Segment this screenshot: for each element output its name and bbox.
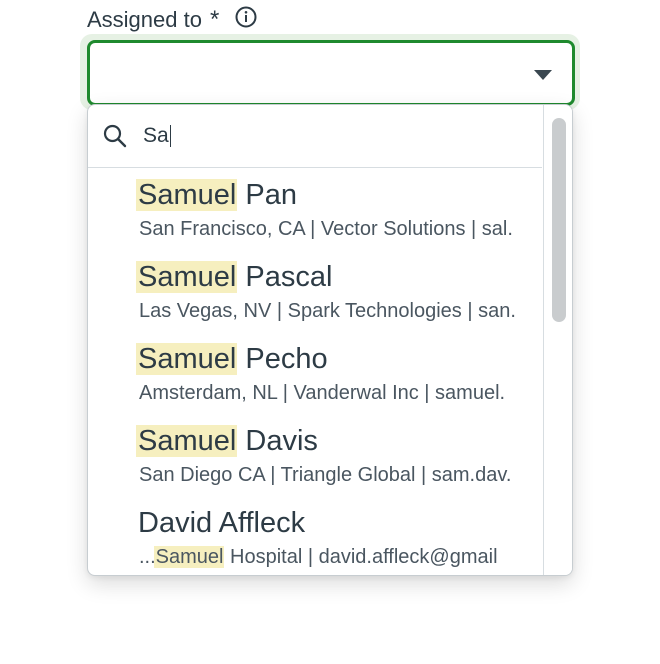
- option-detail-text: Amsterdam, NL | Vanderwal Inc | samuel.: [139, 382, 506, 404]
- assigned-to-select[interactable]: [87, 40, 575, 106]
- search-input[interactable]: Sa: [143, 124, 172, 148]
- text-cursor: [169, 125, 172, 147]
- required-marker: *: [209, 6, 220, 33]
- option-detail-text: San Diego CA | Triangle Global | sam.dav…: [139, 464, 512, 486]
- match-highlight: Samuel: [136, 343, 238, 375]
- list-item[interactable]: Samuel Pan San Francisco, CA | Vector So…: [88, 168, 542, 250]
- option-name: David Affleck: [138, 507, 305, 540]
- info-icon[interactable]: [235, 6, 257, 28]
- option-detail: Amsterdam, NL | Vanderwal Inc | samuel.: [139, 382, 542, 405]
- option-name: Samuel Pascal: [136, 261, 333, 294]
- option-detail-text: Las Vegas, NV | Spark Technologies | san…: [139, 300, 516, 322]
- search-query: Sa: [143, 124, 169, 147]
- list-item[interactable]: Samuel Davis San Diego CA | Triangle Glo…: [88, 414, 542, 496]
- option-name-rest: Pan: [237, 179, 297, 211]
- option-name-rest: Pecho: [237, 343, 328, 375]
- options-list: Samuel Pan San Francisco, CA | Vector So…: [88, 168, 542, 575]
- option-detail: San Francisco, CA | Vector Solutions | s…: [139, 218, 542, 241]
- search-row: Sa: [88, 105, 542, 168]
- dropdown-menu: Sa Samuel Pan San Francisco, CA | Vector…: [87, 104, 573, 576]
- scrollbar-thumb[interactable]: [552, 118, 566, 322]
- option-name: Samuel Davis: [136, 425, 318, 458]
- chevron-down-icon[interactable]: [534, 70, 552, 80]
- list-item[interactable]: Samuel Pecho Amsterdam, NL | Vanderwal I…: [88, 332, 542, 414]
- option-detail: Las Vegas, NV | Spark Technologies | san…: [139, 300, 542, 323]
- option-name: Samuel Pan: [136, 179, 297, 212]
- scrollbar-track[interactable]: [543, 105, 572, 575]
- option-name: Samuel Pecho: [136, 343, 328, 376]
- option-name-rest: Davis: [237, 425, 318, 457]
- option-name-rest: David Affleck: [138, 507, 306, 539]
- list-item[interactable]: Samuel Pascal Las Vegas, NV | Spark Tech…: [88, 250, 542, 332]
- option-detail-text: Hospital | david.affleck@gmail: [224, 546, 498, 568]
- option-detail: ...Samuel Hospital | david.affleck@gmail: [139, 546, 542, 569]
- search-icon: [103, 124, 127, 148]
- match-highlight: Samuel: [153, 546, 225, 568]
- option-name-rest: Pascal: [237, 261, 333, 293]
- match-highlight: Samuel: [136, 425, 238, 457]
- field-label: Assigned to: [87, 7, 202, 32]
- field-label-row: Assigned to *: [87, 5, 257, 35]
- match-highlight: Samuel: [136, 261, 238, 293]
- option-detail: San Diego CA | Triangle Global | sam.dav…: [139, 464, 542, 487]
- list-item[interactable]: David Affleck ...Samuel Hospital | david…: [88, 496, 542, 575]
- option-detail-text: San Francisco, CA | Vector Solutions | s…: [139, 218, 513, 240]
- match-highlight: Samuel: [136, 179, 238, 211]
